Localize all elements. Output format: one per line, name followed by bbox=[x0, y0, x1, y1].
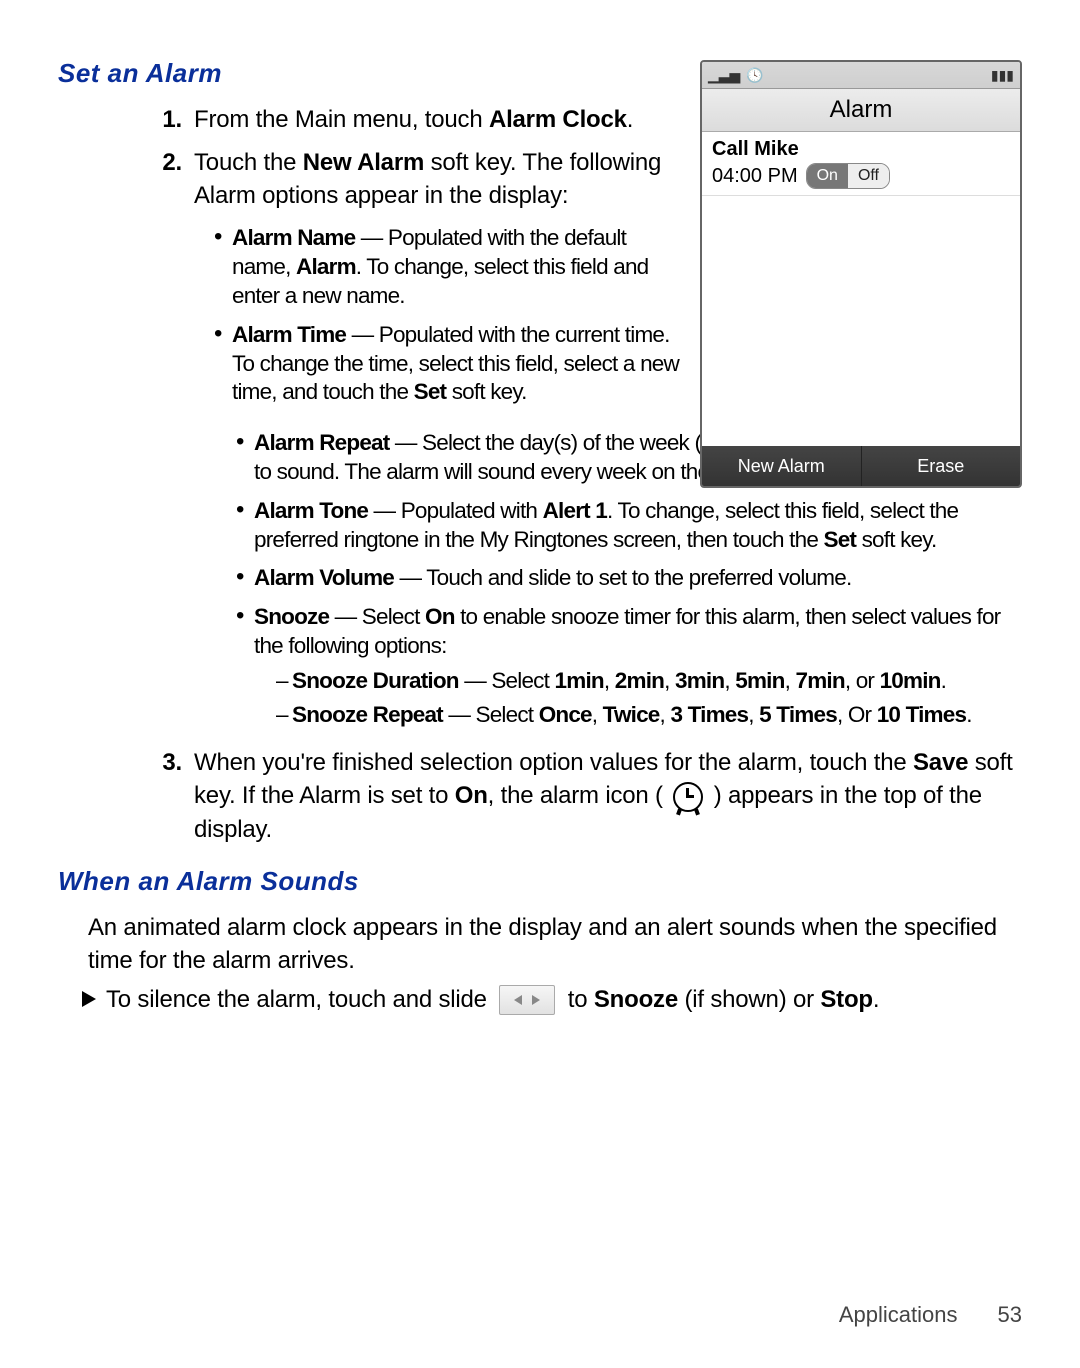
text: , bbox=[604, 668, 615, 693]
footer-page: 53 bbox=[998, 1302, 1022, 1328]
option-bullets: • Alarm Name — Populated with the defaul… bbox=[214, 224, 688, 407]
alarm-time: 04:00 PM bbox=[712, 165, 798, 188]
text: When you're finished selection option va… bbox=[194, 749, 913, 776]
text-bold: New Alarm bbox=[303, 149, 424, 176]
text: , bbox=[748, 702, 759, 727]
slide-icon bbox=[499, 985, 555, 1015]
phone-footer: New Alarm Erase bbox=[702, 446, 1020, 486]
text-bold: Snooze bbox=[254, 604, 329, 629]
text-bold: Alarm Repeat bbox=[254, 430, 389, 455]
text-bold: On bbox=[425, 604, 455, 629]
text-bold: 7min bbox=[795, 668, 844, 693]
text: . bbox=[873, 986, 879, 1013]
phone-mock: ▁▃▅ 🕓 ▮▮▮ Alarm Call Mike 04:00 PM On Of… bbox=[700, 60, 1022, 488]
text: — Select the day(s) of the week ( bbox=[389, 430, 701, 455]
text-bold: Alert 1 bbox=[543, 498, 607, 523]
text-bold: Alarm Tone bbox=[254, 498, 368, 523]
text-bold: On bbox=[455, 782, 488, 809]
text: — Populated with bbox=[368, 498, 542, 523]
text-bold: 3 Times bbox=[670, 702, 748, 727]
text: . bbox=[627, 106, 633, 133]
text: soft key. bbox=[446, 379, 526, 404]
text: , bbox=[664, 668, 675, 693]
text-bold: Alarm Name bbox=[232, 225, 355, 250]
text: Touch the bbox=[194, 149, 303, 176]
step-1: 1. From the Main menu, touch Alarm Clock… bbox=[148, 103, 688, 136]
softkey-new-alarm[interactable]: New Alarm bbox=[702, 446, 862, 486]
text-bold: Alarm Clock bbox=[489, 106, 627, 133]
page-footer: Applications 53 bbox=[839, 1302, 1022, 1328]
text: , or bbox=[845, 668, 880, 693]
text: To silence the alarm, touch and slide bbox=[106, 986, 493, 1013]
numbered-steps: 1. From the Main menu, touch Alarm Clock… bbox=[148, 103, 688, 417]
text-bold: Stop bbox=[820, 986, 873, 1013]
text-bold: Twice bbox=[603, 702, 660, 727]
section-title-when-sounds: When an Alarm Sounds bbox=[58, 866, 1022, 897]
text-bold: Set bbox=[824, 527, 857, 552]
status-bar: ▁▃▅ 🕓 ▮▮▮ bbox=[702, 62, 1020, 89]
toggle-on[interactable]: On bbox=[807, 164, 848, 188]
alarm-clock-icon bbox=[673, 782, 703, 812]
text: — Select bbox=[443, 702, 539, 727]
text-bold: 5 Times bbox=[759, 702, 837, 727]
softkey-erase[interactable]: Erase bbox=[862, 446, 1021, 486]
battery-icon: ▮▮▮ bbox=[991, 67, 1014, 84]
text-bold: Alarm Time bbox=[232, 322, 346, 347]
text-bold: 2min bbox=[615, 668, 664, 693]
alarm-row[interactable]: Call Mike 04:00 PM On Off bbox=[702, 132, 1020, 196]
text-bold: Alarm Volume bbox=[254, 565, 394, 590]
text: , the alarm icon ( bbox=[488, 782, 670, 809]
step-number: 2. bbox=[148, 146, 182, 417]
step-number: 1. bbox=[148, 103, 182, 136]
text: — Touch and slide to set to the preferre… bbox=[394, 565, 851, 590]
step-number: 3. bbox=[148, 746, 182, 845]
text: , bbox=[592, 702, 603, 727]
text-bold: 5min bbox=[735, 668, 784, 693]
text-bold: Set bbox=[414, 379, 447, 404]
text: , bbox=[660, 702, 671, 727]
text-bold: Snooze bbox=[594, 986, 678, 1013]
text-bold: Snooze Repeat bbox=[292, 702, 443, 727]
text: . bbox=[966, 702, 971, 727]
text-bold: Save bbox=[913, 749, 968, 776]
text: (if shown) or bbox=[678, 986, 820, 1013]
phone-title: Alarm bbox=[702, 89, 1020, 132]
signal-icon: ▁▃▅ bbox=[708, 67, 740, 84]
text-bold: 10 Times bbox=[877, 702, 967, 727]
bullet-arrow: To silence the alarm, touch and slide to… bbox=[82, 983, 1022, 1016]
text: , bbox=[724, 668, 735, 693]
section-title-set-alarm: Set an Alarm bbox=[58, 58, 688, 89]
step-3: 3. When you're finished selection option… bbox=[148, 746, 1022, 845]
text: . bbox=[941, 668, 946, 693]
text: , bbox=[785, 668, 796, 693]
text-bold: Alarm bbox=[296, 254, 356, 279]
text: soft key. bbox=[856, 527, 936, 552]
text-bold: Snooze Duration bbox=[292, 668, 459, 693]
alarm-name: Call Mike bbox=[712, 138, 1010, 161]
paragraph: An animated alarm clock appears in the d… bbox=[88, 911, 1022, 977]
footer-section: Applications bbox=[839, 1302, 958, 1328]
text: , Or bbox=[837, 702, 877, 727]
text-bold: 10min bbox=[880, 668, 941, 693]
text: to bbox=[561, 986, 594, 1013]
text-bold: 1min bbox=[555, 668, 604, 693]
text: From the Main menu, touch bbox=[194, 106, 489, 133]
text: — Select bbox=[329, 604, 425, 629]
snooze-sub: – Snooze Duration — Select 1min, 2min, 3… bbox=[276, 667, 1022, 731]
alarm-toggle[interactable]: On Off bbox=[806, 163, 890, 189]
text: — Select bbox=[459, 668, 555, 693]
toggle-off[interactable]: Off bbox=[848, 164, 889, 188]
text-bold: Once bbox=[539, 702, 592, 727]
step-2: 2. Touch the New Alarm soft key. The fol… bbox=[148, 146, 688, 417]
clock-icon: 🕓 bbox=[746, 67, 763, 84]
triangle-icon bbox=[82, 991, 96, 1007]
text-bold: 3min bbox=[675, 668, 724, 693]
